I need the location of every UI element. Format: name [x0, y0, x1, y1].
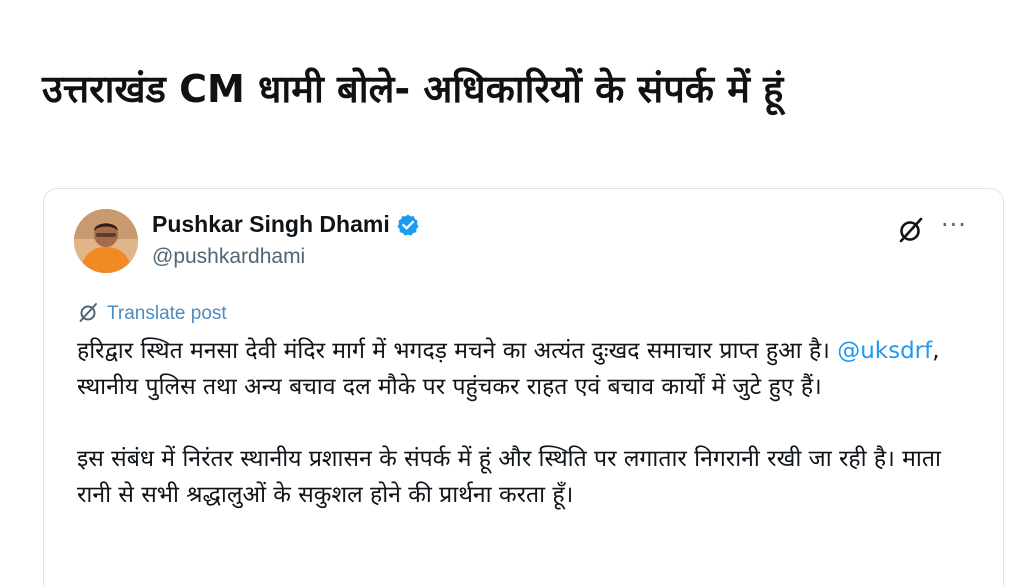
more-icon[interactable]: ··· — [937, 213, 971, 243]
translate-post-link[interactable]: Translate post — [77, 301, 227, 327]
tweet-paragraph-1: हरिद्वार स्थित मनसा देवी मंदिर मार्ग में… — [77, 333, 977, 405]
author-name-row[interactable]: Pushkar Singh Dhami — [152, 211, 420, 238]
translate-label[interactable]: Translate post — [107, 303, 227, 325]
avatar[interactable] — [74, 209, 138, 273]
grok-icon[interactable] — [896, 215, 926, 245]
translate-icon — [77, 301, 99, 327]
mention-link[interactable]: @uksdrf — [837, 338, 932, 364]
verified-badge-icon — [396, 213, 420, 237]
author-handle[interactable]: @pushkardhami — [152, 245, 305, 269]
author-display-name[interactable]: Pushkar Singh Dhami — [152, 211, 390, 238]
paragraph-1-start: हरिद्वार स्थित मनसा देवी मंदिर मार्ग में… — [77, 338, 838, 364]
headline: उत्तराखंड CM धामी बोले- अधिकारियों के सं… — [42, 67, 784, 111]
tweet-paragraph-2: इस संबंध में निरंतर स्थानीय प्रशासन के स… — [77, 446, 941, 508]
tweet-text: हरिद्वार स्थित मनसा देवी मंदिर मार्ग में… — [77, 333, 977, 513]
tweet-card[interactable]: Pushkar Singh Dhami @pushkardhami ··· Tr… — [43, 188, 1004, 587]
